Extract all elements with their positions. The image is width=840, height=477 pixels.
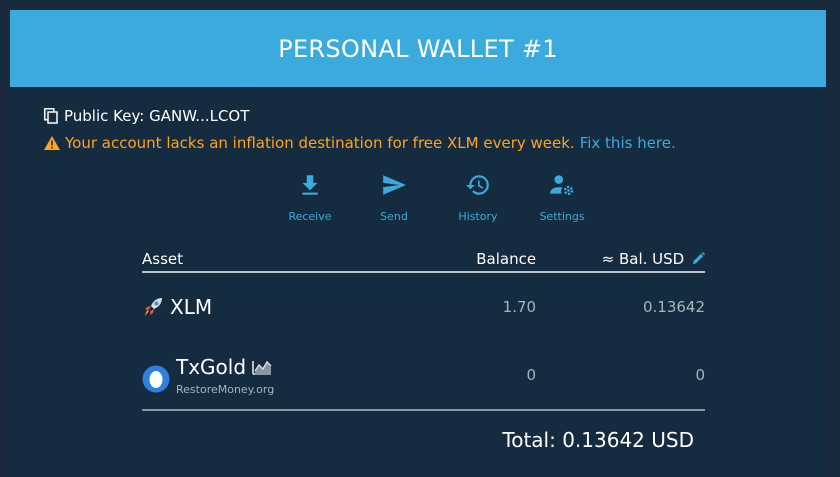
asset-cell: TxGold RestoreMoney.org: [142, 341, 401, 411]
usd-column-header: ≈ Bal. USD: [536, 246, 705, 273]
table-row[interactable]: XLM 1.70 0.13642: [142, 272, 705, 341]
history-label: History: [458, 210, 498, 223]
balance-column-header: Balance: [400, 246, 537, 273]
wallet-title: PERSONAL WALLET #1: [278, 34, 558, 63]
wallet-card: PERSONAL WALLET #1 Public Key: GANW...LC…: [10, 10, 826, 477]
asset-column-header: Asset: [142, 246, 401, 273]
chart-icon[interactable]: [252, 359, 272, 375]
history-icon: [466, 175, 489, 195]
public-key-row[interactable]: Public Key: GANW...LCOT: [44, 107, 249, 125]
settings-label: Settings: [539, 210, 585, 223]
action-bar: Receive Send History Settings: [268, 168, 604, 223]
asset-table: Asset Balance ≈ Bal. USD XLM 1.70 0.1364…: [142, 246, 705, 411]
usd-cell: 0: [536, 341, 705, 411]
fix-inflation-link[interactable]: Fix this here.: [580, 134, 676, 152]
pencil-icon[interactable]: [692, 252, 705, 265]
send-button[interactable]: Send: [352, 168, 436, 223]
table-row[interactable]: TxGold RestoreMoney.org 0 0: [142, 341, 705, 411]
receive-label: Receive: [288, 210, 332, 223]
warning-text: Your account lacks an inflation destinat…: [65, 134, 575, 152]
inflation-warning: Your account lacks an inflation destinat…: [44, 134, 676, 152]
public-key-text: Public Key: GANW...LCOT: [64, 107, 250, 125]
send-icon: [383, 175, 406, 195]
wallet-header: PERSONAL WALLET #1: [10, 10, 826, 87]
send-label: Send: [380, 210, 408, 223]
asset-name: XLM: [170, 295, 213, 319]
settings-button[interactable]: Settings: [520, 168, 604, 223]
receive-button[interactable]: Receive: [268, 168, 352, 223]
txgold-logo-icon: [142, 365, 170, 392]
balance-cell: 1.70: [502, 298, 537, 316]
usd-cell: 0.13642: [642, 298, 705, 316]
balance-cell: 0: [400, 341, 537, 411]
download-icon: [302, 175, 318, 195]
table-header-row: Asset Balance ≈ Bal. USD: [142, 246, 705, 273]
asset-issuer: RestoreMoney.org: [176, 382, 275, 396]
history-button[interactable]: History: [436, 168, 520, 223]
asset-cell: XLM: [142, 272, 401, 341]
user-settings-icon: [550, 175, 574, 196]
usd-header-label: ≈ Bal. USD: [601, 250, 685, 268]
copy-icon[interactable]: [44, 108, 58, 124]
asset-name: TxGold: [176, 354, 247, 379]
warning-icon: [44, 136, 60, 150]
total-balance: Total: 0.13642 USD: [502, 428, 694, 452]
rocket-icon: [145, 298, 162, 316]
